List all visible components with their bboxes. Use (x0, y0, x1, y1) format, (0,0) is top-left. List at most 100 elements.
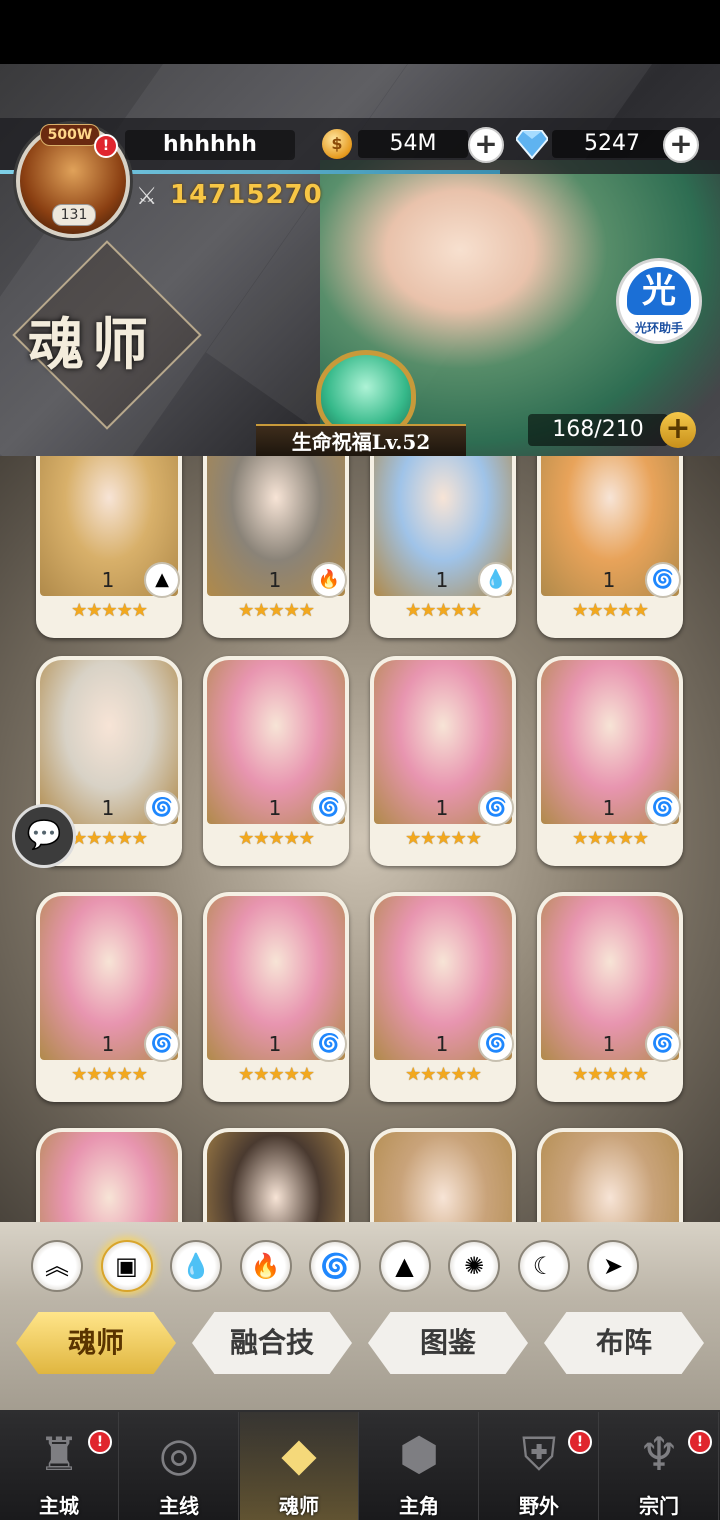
hero-stars: ★★★★★ (572, 600, 649, 621)
power-icon: ⚔ (136, 182, 158, 210)
filter-earth-icon[interactable]: ▲ (378, 1240, 431, 1292)
nav-item-3[interactable]: ◆ 魂师 (240, 1412, 359, 1520)
hero-card[interactable]: 1 🌀 ★★★★★ (203, 656, 349, 866)
hero-stars: ★★★★★ (71, 1064, 148, 1085)
water-icon: 💧 (478, 562, 514, 598)
wind-icon: 🌀 (478, 1026, 514, 1062)
add-coin-button[interactable]: + (468, 127, 504, 163)
nav-label: 主角 (399, 1494, 439, 1518)
page-title: 魂师 (28, 312, 156, 378)
hero-stars: ★★★★★ (405, 1064, 482, 1085)
hero-card[interactable]: 1 ▲ ★★★★★ (36, 456, 182, 638)
chat-button[interactable]: 💬 (12, 804, 76, 868)
nav-item-5[interactable]: ⛨ 野外! (480, 1412, 599, 1520)
nav-alert-badge: ! (568, 1430, 592, 1454)
add-gem-button[interactable]: + (663, 127, 699, 163)
filter-wind-icon[interactable]: 🌀 (309, 1240, 361, 1292)
wind-icon: 🌀 (144, 1026, 180, 1062)
hero-card[interactable]: 1 🔥 ★★★★★ (203, 456, 349, 638)
nav-label: 主城 (39, 1494, 79, 1518)
hero-stars: ★★★★★ (238, 828, 315, 849)
hero-level: 1 (602, 1032, 616, 1056)
status-bar (0, 0, 720, 64)
wind-icon: 🌀 (311, 1026, 347, 1062)
battle-power: 14715270 (170, 180, 323, 210)
wind-icon: 🌀 (311, 790, 347, 826)
helper-label: 光环助手 (634, 321, 683, 335)
filter-fire-icon[interactable]: 🔥 (239, 1240, 292, 1292)
hero-stars: ★★★★★ (405, 600, 482, 621)
gem-amount: 5247 (552, 130, 672, 158)
nav-icon: ⛨ (521, 1427, 557, 1481)
hero-card[interactable] (537, 1128, 683, 1222)
nav-icon: ♜ (38, 1427, 80, 1481)
hero-stars: ★★★★★ (238, 600, 315, 621)
nav-label: 主线 (159, 1494, 199, 1518)
filter-up-icon[interactable]: ︽ (31, 1240, 83, 1292)
hero-portrait (541, 1132, 679, 1222)
hero-card[interactable]: 1 🌀 ★★★★★ (370, 892, 516, 1102)
hero-level: 1 (435, 1032, 449, 1056)
blessing-label[interactable]: 生命祝福Lv.52 (256, 424, 466, 458)
helper-icon: 光 (627, 267, 691, 315)
hero-card[interactable]: 1 💧 ★★★★★ (370, 456, 516, 638)
nav-item-6[interactable]: ♆ 宗门! (600, 1412, 719, 1520)
hero-level: 1 (268, 1032, 282, 1056)
tab-1[interactable]: 魂师 (16, 1312, 176, 1374)
earth-icon: ▲ (144, 562, 180, 598)
nav-item-4[interactable]: ⬢ 主角 (360, 1412, 479, 1520)
wind-icon: 🌀 (645, 1026, 681, 1062)
wind-icon: 🌀 (478, 790, 514, 826)
hero-grid: 1 ▲ ★★★★★ 1 🔥 ★★★★★ 1 💧 ★★★★★ 1 🌀 ★★★★★ 1 🌀 ★★★★★ 1 🌀 ★★★… (0, 456, 720, 1222)
nav-label: 宗门 (639, 1494, 679, 1518)
nav-icon: ⬢ (398, 1427, 440, 1481)
nav-icon: ◆ (281, 1427, 317, 1481)
nav-alert-badge: ! (88, 1430, 112, 1454)
hero-portrait (40, 1132, 178, 1222)
nav-item-1[interactable]: ♜ 主城! (0, 1412, 119, 1520)
hero-card[interactable] (370, 1128, 516, 1222)
hero-stars: ★★★★★ (238, 1064, 315, 1085)
helper-button[interactable]: 光 光环助手 (616, 258, 702, 344)
filter-all-icon[interactable]: ▣ (100, 1240, 153, 1292)
hero-level: 1 (268, 796, 282, 820)
hero-portrait (207, 1132, 345, 1222)
nav-icon: ♆ (638, 1427, 680, 1481)
hero-level: 1 (268, 568, 282, 592)
hero-card[interactable]: 1 🌀 ★★★★★ (36, 892, 182, 1102)
vip-badge: 500W (40, 124, 100, 146)
filter-water-icon[interactable]: 💧 (170, 1240, 222, 1292)
player-level: 131 (52, 204, 96, 226)
hero-card[interactable]: 1 🌀 ★★★★★ (537, 456, 683, 638)
fire-icon: 🔥 (311, 562, 347, 598)
wind-icon: 🌀 (645, 562, 681, 598)
hero-card[interactable]: 1 🌀 ★★★★★ (203, 892, 349, 1102)
hero-stars: ★★★★★ (572, 1064, 649, 1085)
roster-count: 168/210 (528, 414, 668, 446)
hero-card[interactable]: 1 🌀 ★★★★★ (537, 892, 683, 1102)
avatar-alert-badge: ! (94, 134, 118, 158)
hero-level: 1 (101, 796, 115, 820)
wind-icon: 🌀 (144, 790, 180, 826)
hero-card[interactable] (203, 1128, 349, 1222)
hero-stars: ★★★★★ (405, 828, 482, 849)
nav-label: 野外 (519, 1494, 559, 1518)
expand-roster-button[interactable]: + (660, 412, 696, 448)
nav-item-2[interactable]: ◎ 主线 (120, 1412, 239, 1520)
tab-2[interactable]: 融合技 (192, 1312, 352, 1374)
player-name: hhhhhh (125, 130, 295, 160)
hero-card[interactable]: 1 🌀 ★★★★★ (537, 656, 683, 866)
gem-icon (516, 130, 548, 159)
hero-level: 1 (435, 796, 449, 820)
hero-card[interactable]: 1 🌀 ★★★★★ (370, 656, 516, 866)
coin-amount: 54M (358, 130, 468, 158)
tab-3[interactable]: 图鉴 (368, 1312, 528, 1374)
filter-special-icon[interactable]: ➤ (587, 1240, 639, 1292)
tab-4[interactable]: 布阵 (544, 1312, 704, 1374)
hero-portrait (374, 1132, 512, 1222)
hero-card[interactable] (36, 1128, 182, 1222)
filter-light-icon[interactable]: ✺ (448, 1240, 500, 1292)
nav-label: 魂师 (279, 1494, 319, 1518)
hero-stars: ★★★★★ (572, 828, 649, 849)
filter-dark-icon[interactable]: ☾ (517, 1240, 570, 1292)
